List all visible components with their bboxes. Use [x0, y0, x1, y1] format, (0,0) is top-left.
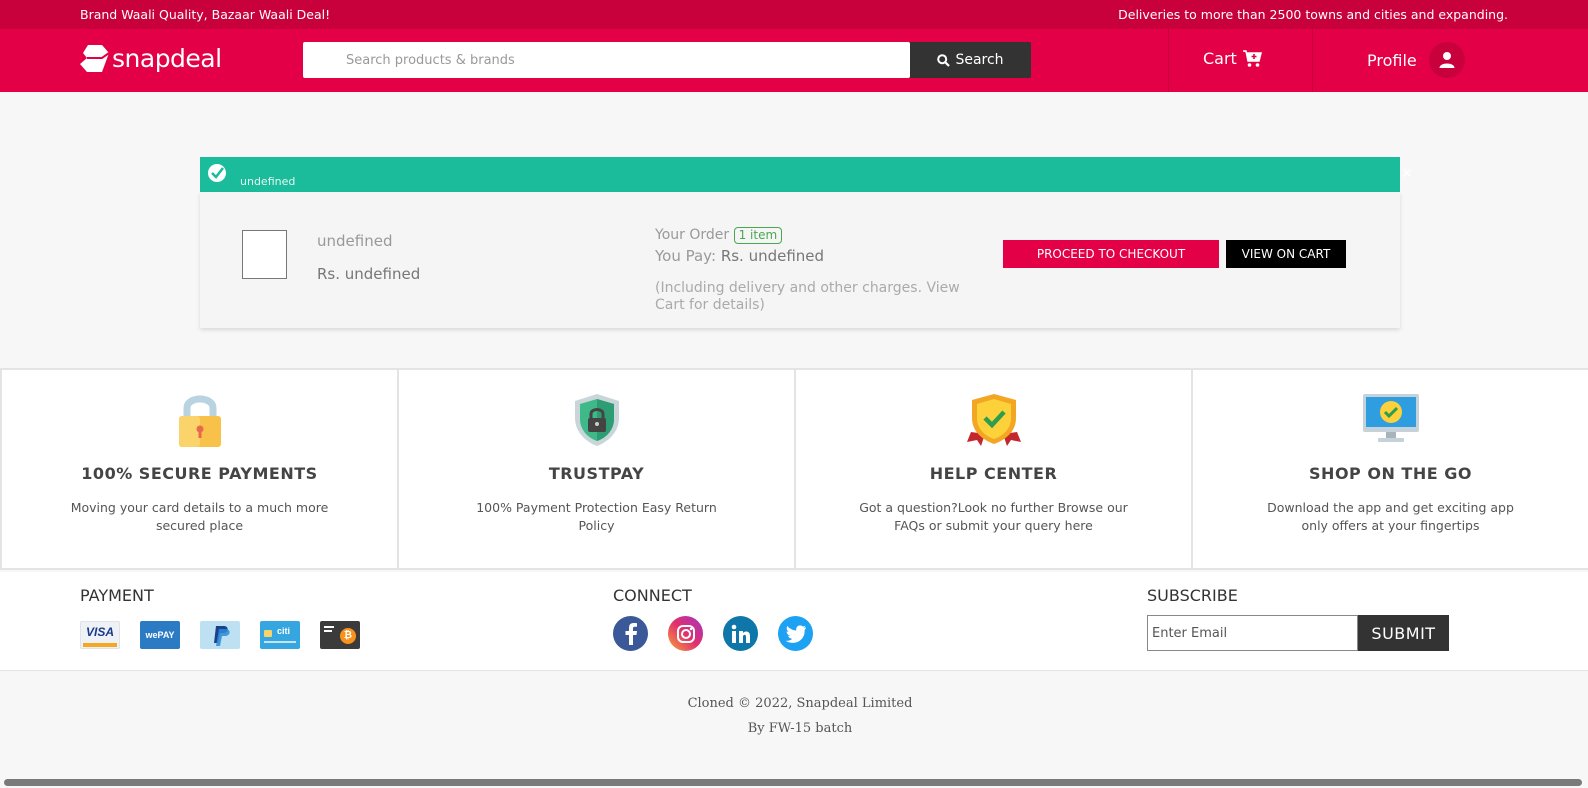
feature-title: SHOP ON THE GO [1309, 464, 1472, 483]
bitcoin-icon: ₿ [320, 621, 360, 649]
snapdeal-logo[interactable]: snapdeal [79, 44, 222, 73]
feature-secure-payments: 100% SECURE PAYMENTS Moving your card de… [0, 370, 397, 568]
credit-line: By FW-15 batch [747, 721, 853, 736]
close-icon[interactable]: ✕ [1401, 166, 1413, 182]
email-field[interactable] [1147, 615, 1358, 651]
search-input[interactable] [303, 42, 910, 78]
feature-title: HELP CENTER [929, 464, 1058, 483]
badge-check-icon [966, 394, 1021, 446]
horizontal-scrollbar[interactable] [4, 779, 1582, 786]
added-to-cart-banner: undefined ✕ [200, 157, 1413, 192]
you-pay-label: You Pay: [655, 247, 717, 265]
visa-label: VISA [85, 625, 114, 639]
order-summary: Your Order 1 item [655, 227, 783, 244]
cart-icon [1242, 50, 1262, 67]
search-box [303, 42, 910, 78]
wepay-icon: wePAY [140, 621, 180, 649]
main-header: snapdeal Search Cart Profile [0, 29, 1588, 92]
payment-title: PAYMENT [80, 586, 154, 605]
facebook-icon[interactable] [613, 616, 648, 651]
top-announcement-bar: Brand Waali Quality, Bazaar Waali Deal! … [0, 0, 1588, 29]
features-row: 100% SECURE PAYMENTS Moving your card de… [0, 368, 1588, 570]
paypal-icon [200, 621, 240, 649]
proceed-to-checkout-button[interactable]: PROCEED TO CHECKOUT [1003, 240, 1219, 268]
profile-button[interactable]: Profile [1367, 42, 1465, 78]
citi-label: citi [277, 626, 291, 636]
monitor-check-icon [1362, 394, 1419, 442]
you-pay: You Pay: Rs. undefined [655, 247, 824, 265]
feature-description: Download the app and get exciting app on… [1267, 500, 1514, 533]
snapdeal-logo-icon [80, 45, 110, 72]
cart-summary-card: undefined Rs. undefined Your Order 1 ite… [200, 192, 1400, 328]
wepay-label: wePAY [145, 630, 175, 640]
product-price: Rs. undefined [317, 265, 421, 283]
feature-trustpay: TRUSTPAY 100% Payment Protection Easy Re… [397, 370, 794, 568]
feature-description: Moving your card details to a much more … [70, 500, 329, 533]
checkmark-icon [208, 164, 226, 182]
instagram-icon[interactable] [668, 616, 703, 651]
item-count-badge: 1 item [733, 227, 783, 244]
twitter-icon[interactable] [778, 616, 813, 651]
feature-title: TRUSTPAY [548, 464, 645, 483]
citi-card-icon: citi [260, 621, 300, 649]
search-button-label: Search [955, 52, 1004, 68]
search-button[interactable]: Search [910, 42, 1031, 78]
cart-label: Cart [1203, 49, 1237, 68]
site-footer: PAYMENT VISA wePAY citi ₿ CONNECT SUBSCR… [0, 572, 1588, 671]
feature-description: Got a question?Look no further Browse ou… [859, 500, 1128, 533]
cart-button[interactable]: Cart [1203, 49, 1262, 68]
padlock-icon [178, 395, 221, 447]
feature-description: 100% Payment Protection Easy Return Poli… [476, 500, 717, 533]
copyright-line: Cloned © 2022, Snapdeal Limited [687, 696, 913, 711]
order-label: Your Order [655, 227, 730, 243]
feature-help-center: HELP CENTER Got a question?Look no furth… [794, 370, 1191, 568]
feature-title: 100% SECURE PAYMENTS [81, 464, 318, 483]
feature-shop-on-the-go: SHOP ON THE GO Download the app and get … [1191, 370, 1588, 568]
shield-lock-icon [574, 394, 619, 446]
submit-button[interactable]: SUBMIT [1358, 615, 1449, 651]
header-divider [1168, 29, 1169, 92]
banner-message: undefined [240, 175, 296, 188]
linkedin-icon[interactable] [723, 616, 758, 651]
you-pay-value: Rs. undefined [720, 247, 825, 265]
product-name: undefined [317, 232, 393, 250]
search-icon [937, 53, 951, 67]
charges-note: (Including delivery and other charges. V… [655, 280, 960, 313]
connect-title: CONNECT [613, 586, 692, 605]
tagline-text: Brand Waali Quality, Bazaar Waali Deal! [80, 7, 331, 22]
visa-icon: VISA [80, 621, 120, 649]
delivery-info-text: Deliveries to more than 2500 towns and c… [1118, 7, 1508, 22]
copyright: Cloned © 2022, Snapdeal Limited By FW-15… [0, 691, 1588, 741]
profile-label: Profile [1367, 50, 1417, 70]
view-on-cart-button[interactable]: VIEW ON CART [1226, 240, 1346, 268]
subscribe-title: SUBSCRIBE [1147, 586, 1238, 605]
user-avatar-icon [1428, 42, 1465, 78]
product-thumbnail [242, 230, 287, 279]
logo-text: snapdeal [112, 44, 222, 73]
header-divider [1312, 29, 1313, 92]
